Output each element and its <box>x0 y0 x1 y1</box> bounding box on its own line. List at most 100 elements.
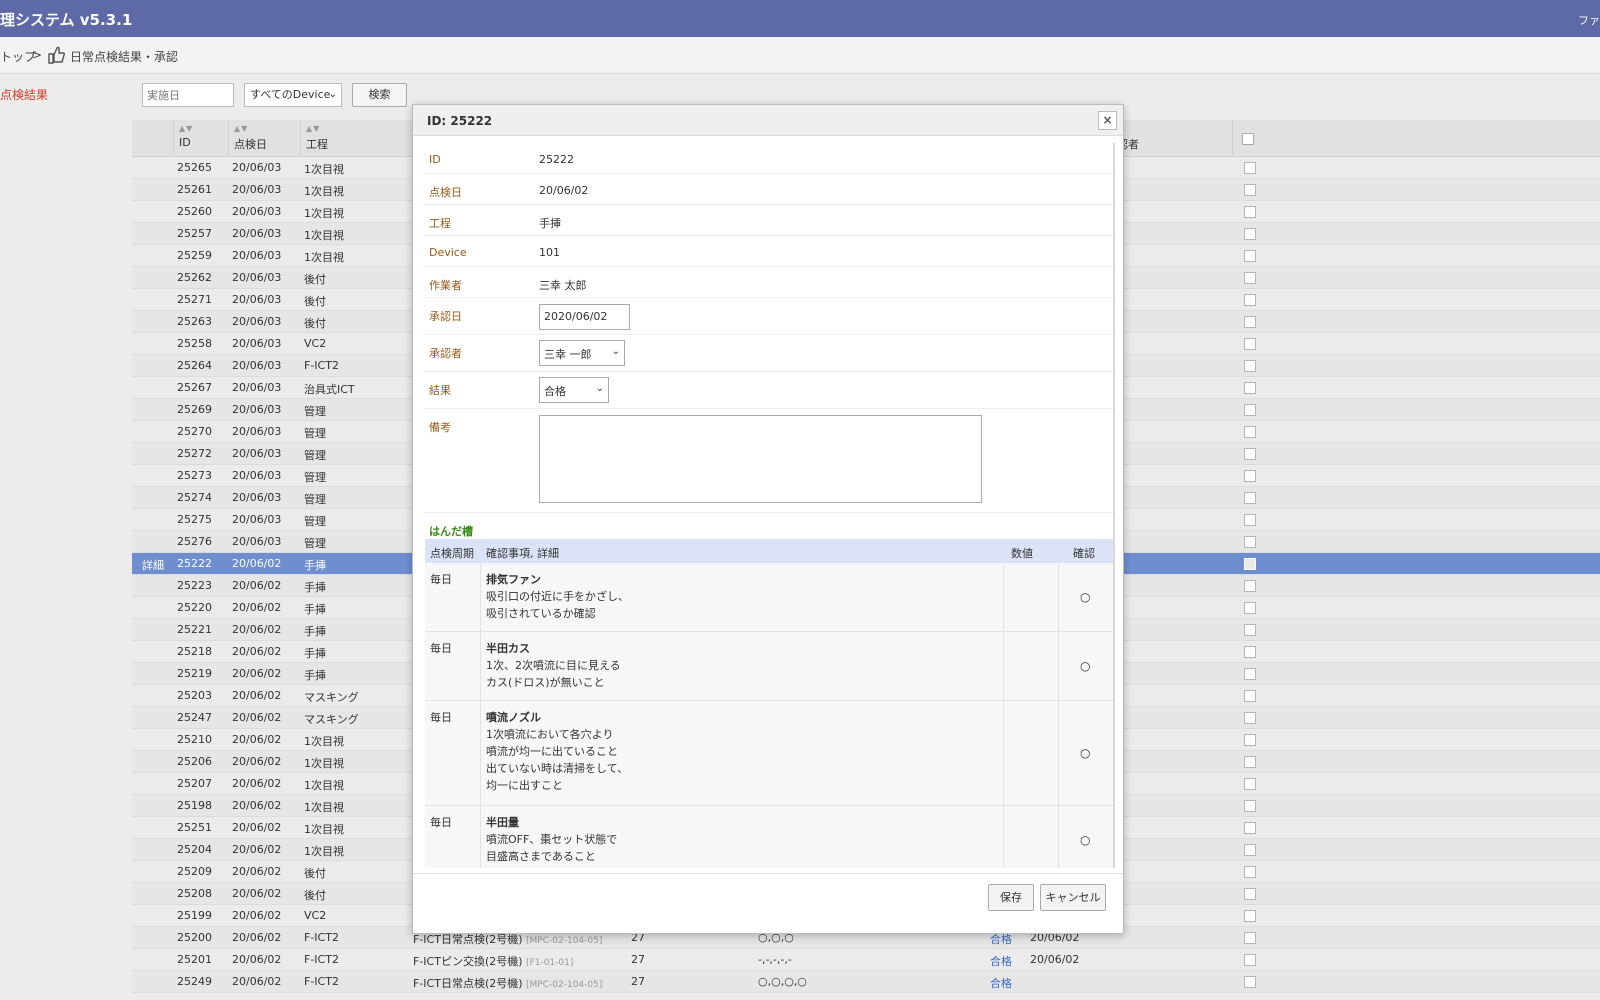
row-checkbox[interactable] <box>1244 272 1256 284</box>
row-checkbox[interactable] <box>1244 580 1256 592</box>
row-checkbox[interactable] <box>1244 382 1256 394</box>
row-checkbox[interactable] <box>1244 866 1256 878</box>
value-header: 数値 <box>1011 547 1033 560</box>
row-checkbox[interactable] <box>1244 250 1256 262</box>
row-process: 管理 <box>304 471 326 484</box>
device-filter-select[interactable]: すべてのDevice ⌄ <box>244 83 342 107</box>
row-checkbox[interactable] <box>1244 184 1256 196</box>
row-checkbox[interactable] <box>1244 404 1256 416</box>
row-process: 1次目視 <box>304 845 344 858</box>
approver-select[interactable]: 三幸 一郎 ⌄ <box>539 340 625 366</box>
select-all-checkbox[interactable] <box>1242 133 1254 145</box>
row-checkbox[interactable] <box>1244 712 1256 724</box>
row-date: 20/06/02 <box>232 975 282 988</box>
row-id: 25206 <box>177 755 212 768</box>
row-id: 25269 <box>177 403 212 416</box>
row-id: 25263 <box>177 315 212 328</box>
cancel-button[interactable]: キャンセル <box>1040 884 1106 911</box>
process-value: 手挿 <box>539 217 561 230</box>
row-date: 20/06/03 <box>232 205 282 218</box>
row-checkbox[interactable] <box>1244 316 1256 328</box>
row-id: 25222 <box>177 557 212 570</box>
column-header-id[interactable]: ▲▼ ID <box>173 120 228 157</box>
row-checkbox[interactable] <box>1244 756 1256 768</box>
row-checkbox[interactable] <box>1244 976 1256 988</box>
row-checkbox[interactable] <box>1244 844 1256 856</box>
chevron-down-icon: ⌄ <box>611 346 620 357</box>
row-process: 管理 <box>304 493 326 506</box>
breadcrumb-current: 日常点検結果・承認 <box>70 50 179 64</box>
modal-title: ID: 25222 <box>427 114 493 128</box>
approve-date-input[interactable]: 2020/06/02 <box>539 304 630 330</box>
remarks-textarea[interactable] <box>539 415 982 503</box>
row-checkbox[interactable] <box>1244 668 1256 680</box>
row-checkbox[interactable] <box>1244 470 1256 482</box>
row-checkbox[interactable] <box>1244 294 1256 306</box>
row-date: 20/06/03 <box>232 403 282 416</box>
row-date: 20/06/02 <box>232 645 282 658</box>
date-filter-input[interactable] <box>142 83 234 107</box>
row-process: 手挿 <box>304 669 326 682</box>
row-id: 25221 <box>177 623 212 636</box>
row-checkbox[interactable] <box>1244 448 1256 460</box>
row-date: 20/06/02 <box>232 865 282 878</box>
row-id: 25249 <box>177 975 212 988</box>
row-result-link[interactable]: 合格 <box>990 975 1012 991</box>
table-row[interactable]: 25201 20/06/02 F-ICT2 F-ICTピン交換(2号機) [F1-01… <box>132 949 1600 971</box>
inspection-item-title: 噴流ノズル <box>486 711 541 724</box>
row-checkbox[interactable] <box>1244 162 1256 174</box>
row-id: 25257 <box>177 227 212 240</box>
sidebar-item-inspection-results[interactable]: 点検結果 <box>0 86 48 103</box>
breadcrumb: トップ > 日常点検結果・承認 <box>0 37 1600 74</box>
row-checkbox[interactable] <box>1244 514 1256 526</box>
row-checkbox[interactable] <box>1244 800 1256 812</box>
row-checkbox[interactable] <box>1244 932 1256 944</box>
row-values: ○,○,○,○ <box>758 975 807 988</box>
sort-icon[interactable]: ▲▼ <box>306 124 320 133</box>
row-checkbox[interactable] <box>1244 558 1256 570</box>
sort-icon[interactable]: ▲▼ <box>234 124 248 133</box>
row-process: マスキング <box>304 691 359 704</box>
row-checkbox[interactable] <box>1244 646 1256 658</box>
row-checkbox[interactable] <box>1244 206 1256 218</box>
inspection-row: 毎日 排気ファン 吸引口の付近に手をかざし、 吸引されているか確認 ○ <box>425 563 1113 632</box>
row-id: 25203 <box>177 689 212 702</box>
inspection-detail-line: 噴流が均一に出ていること <box>486 745 618 758</box>
column-header-process[interactable]: ▲▼ 工程 <box>300 120 410 157</box>
modal-body[interactable]: ID 25222 点検日 20/06/02 工程 手挿 Device 101 作… <box>423 143 1115 868</box>
row-checkbox[interactable] <box>1244 822 1256 834</box>
row-process: 1次目視 <box>304 823 344 836</box>
inspection-item: 噴流ノズル 1次噴流において各穴より 噴流が均一に出ていること 出ていない時は清掃をし… <box>486 709 628 794</box>
row-checkbox[interactable] <box>1244 228 1256 240</box>
row-checkbox[interactable] <box>1244 602 1256 614</box>
row-process: VC2 <box>304 909 327 922</box>
device-label: Device <box>429 246 467 259</box>
table-row[interactable]: 25249 20/06/02 F-ICT2 F-ICT日常点検(2号機) [MPC-0… <box>132 971 1600 993</box>
row-checkbox[interactable] <box>1244 360 1256 372</box>
row-checkbox[interactable] <box>1244 778 1256 790</box>
row-checkbox[interactable] <box>1244 910 1256 922</box>
row-checkbox[interactable] <box>1244 690 1256 702</box>
row-id: 25260 <box>177 205 212 218</box>
column-header-date[interactable]: ▲▼ 点検日 <box>228 120 300 157</box>
row-checkbox[interactable] <box>1244 492 1256 504</box>
save-button[interactable]: 保存 <box>988 884 1034 911</box>
header-menu-link[interactable]: ファ <box>1578 12 1600 28</box>
detail-link[interactable]: 詳細 <box>142 557 164 573</box>
search-button[interactable]: 検索 <box>352 83 407 107</box>
breadcrumb-home-link[interactable]: トップ <box>0 48 36 65</box>
row-checkbox[interactable] <box>1244 536 1256 548</box>
sort-icon[interactable]: ▲▼ <box>179 124 193 133</box>
result-select[interactable]: 合格 ⌄ <box>539 377 609 403</box>
row-checkbox[interactable] <box>1244 338 1256 350</box>
row-id: 25264 <box>177 359 212 372</box>
close-icon[interactable]: × <box>1098 111 1117 130</box>
row-checkbox[interactable] <box>1244 954 1256 966</box>
row-checkbox[interactable] <box>1244 426 1256 438</box>
row-inspection-name: F-ICT日常点検(2号機) [MPC-02-104-05] <box>413 977 603 990</box>
result-label: 結果 <box>429 384 451 397</box>
row-checkbox[interactable] <box>1244 624 1256 636</box>
row-checkbox[interactable] <box>1244 734 1256 746</box>
row-checkbox[interactable] <box>1244 888 1256 900</box>
row-result-link[interactable]: 合格 <box>990 953 1012 969</box>
